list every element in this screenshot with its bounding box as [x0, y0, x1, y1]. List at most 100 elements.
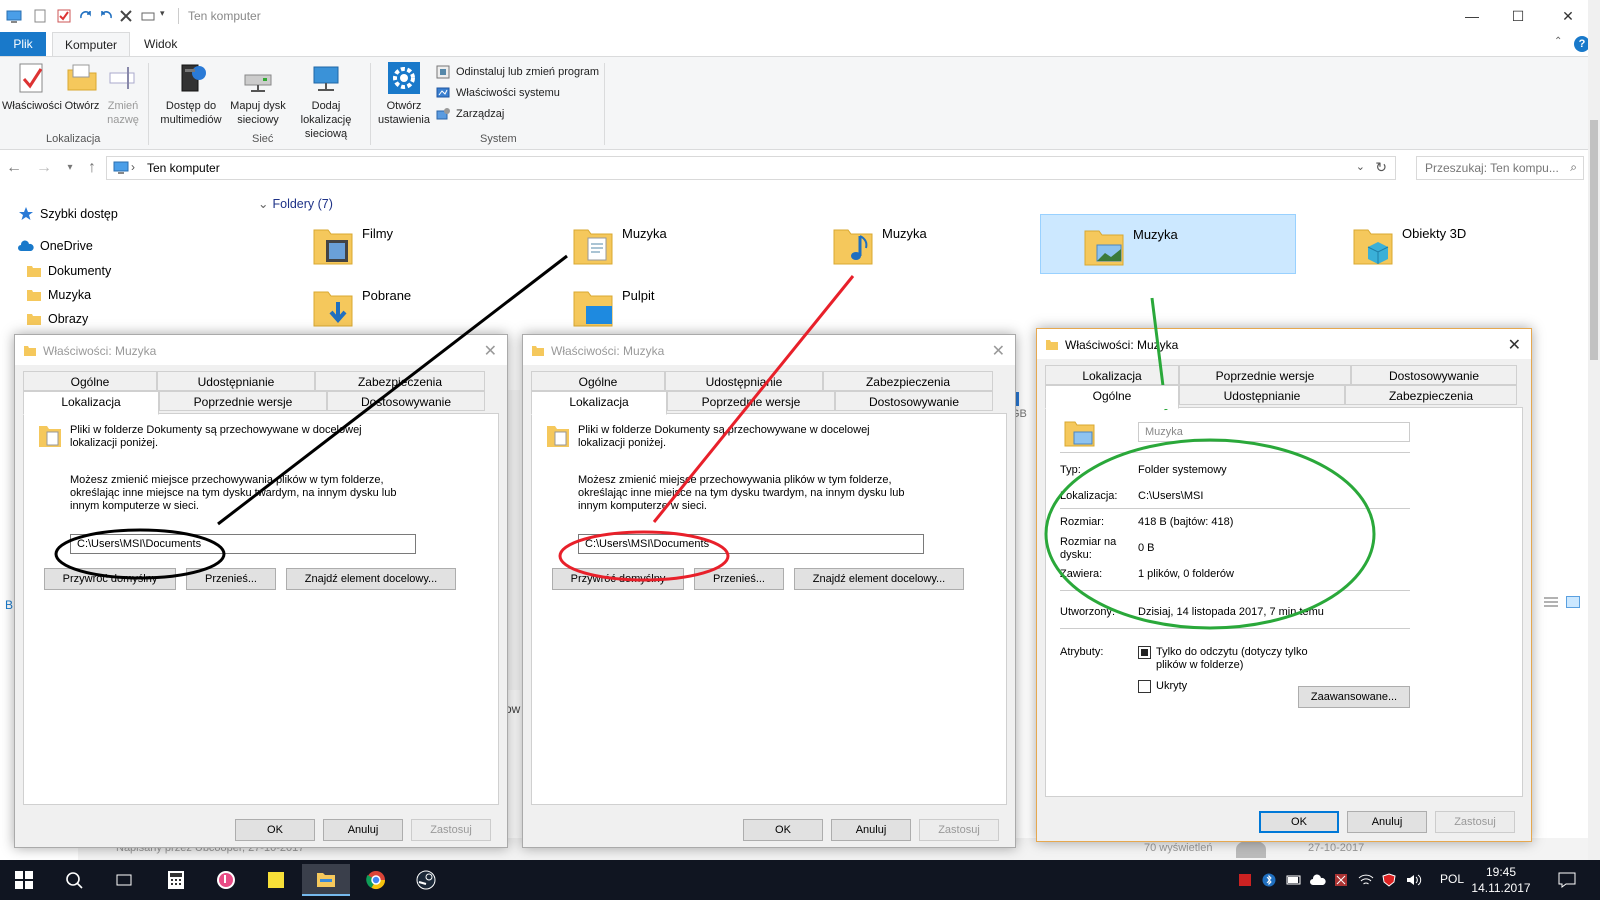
tab-sharing[interactable]: Udostępnianie: [1179, 385, 1345, 405]
address-field[interactable]: › Ten komputer ⌄ ↻: [106, 156, 1396, 180]
forward-arrow-icon[interactable]: →: [34, 158, 54, 178]
tab-security[interactable]: Zabezpieczenia: [315, 371, 485, 391]
properties-qa-icon[interactable]: [32, 8, 48, 24]
sticky-notes-app[interactable]: [252, 864, 300, 896]
clock[interactable]: 19:45 14.11.2017: [1466, 864, 1536, 896]
restore-default-button[interactable]: Przywróć domyślny: [44, 568, 176, 590]
open-settings-button[interactable]: Otwórz ustawienia: [376, 61, 432, 127]
nav-item-music[interactable]: Muzyka: [26, 285, 91, 305]
wifi-icon[interactable]: [1358, 873, 1374, 887]
bluetooth-icon[interactable]: [1262, 873, 1278, 887]
back-arrow-icon[interactable]: ←: [4, 158, 24, 178]
folder-3d-objects[interactable]: Obiekty 3D: [1340, 214, 1600, 274]
start-button[interactable]: [0, 864, 48, 896]
chrome-app[interactable]: [352, 864, 400, 896]
tab-general[interactable]: Ogólne: [23, 371, 157, 391]
tab-previous-versions[interactable]: Poprzednie wersje: [667, 391, 835, 411]
nav-item-onedrive[interactable]: OneDrive: [18, 236, 93, 256]
move-button[interactable]: Przenieś...: [186, 568, 276, 590]
customize-qa-chevron-icon[interactable]: ▾: [160, 8, 176, 24]
tab-sharing[interactable]: Udostępnianie: [157, 371, 315, 391]
large-icons-view-icon[interactable]: [1566, 596, 1580, 608]
file-explorer-app[interactable]: [302, 864, 350, 896]
close-icon[interactable]: ✕: [484, 341, 497, 361]
tab-customize[interactable]: Dostosowywanie: [835, 391, 993, 411]
folder-desktop[interactable]: Pulpit: [560, 276, 822, 336]
nav-item-documents[interactable]: Dokumenty: [26, 261, 111, 281]
apply-button[interactable]: Zastosuj: [919, 819, 999, 841]
tab-security[interactable]: Zabezpieczenia: [1345, 385, 1517, 405]
map-drive-button[interactable]: Mapuj dysk sieciowy: [228, 61, 288, 127]
move-button[interactable]: Przenieś...: [694, 568, 784, 590]
tab-security[interactable]: Zabezpieczenia: [823, 371, 993, 391]
battery-icon[interactable]: [1286, 873, 1302, 887]
nav-item-quick-access[interactable]: Szybki dostęp: [18, 204, 118, 224]
tab-customize[interactable]: Dostosowywanie: [327, 391, 485, 411]
location-path-input[interactable]: C:\Users\MSI\Documents: [70, 534, 416, 554]
rename-button[interactable]: Zmień nazwę: [104, 61, 142, 127]
search-taskbar-button[interactable]: [50, 864, 98, 896]
task-view-button[interactable]: [100, 864, 148, 896]
address-dropdown-chevron-icon[interactable]: ⌄: [1356, 160, 1365, 173]
antivirus-shield-icon[interactable]: [1382, 873, 1398, 887]
restore-default-button[interactable]: Przywróć domyślny: [552, 568, 684, 590]
folder-videos[interactable]: Filmy: [300, 214, 562, 274]
language-indicator[interactable]: POL: [1440, 872, 1464, 886]
calculator-app[interactable]: [152, 864, 200, 896]
system-properties-button[interactable]: Właściwości systemu: [436, 84, 560, 102]
tab-location[interactable]: Lokalizacja: [531, 391, 667, 415]
properties-button[interactable]: Właściwości: [2, 61, 62, 113]
manage-button[interactable]: Zarządzaj: [436, 105, 504, 123]
tab-general[interactable]: Ogólne: [531, 371, 665, 391]
tab-previous-versions[interactable]: Poprzednie wersje: [1179, 365, 1351, 385]
open-button[interactable]: Otwórz: [62, 61, 102, 113]
location-path-input[interactable]: C:\Users\MSI\Documents: [578, 534, 924, 554]
tab-view[interactable]: Widok: [132, 32, 189, 56]
search-input[interactable]: Przeszukaj: Ten kompu... ⌕: [1416, 156, 1584, 180]
add-network-location-button[interactable]: Dodaj lokalizację sieciową: [288, 61, 364, 141]
close-icon[interactable]: ✕: [992, 341, 1005, 361]
media-access-button[interactable]: Dostęp do multimediów: [154, 61, 228, 127]
ok-button[interactable]: OK: [235, 819, 315, 841]
rename-qa-icon[interactable]: [140, 8, 156, 24]
recent-locations-chevron-icon[interactable]: ▾: [60, 158, 80, 178]
hidden-checkbox[interactable]: [1138, 680, 1151, 693]
folders-group-header[interactable]: ⌄ Foldery (7): [258, 196, 333, 211]
folder-music-3[interactable]: Muzyka: [1040, 214, 1296, 274]
volume-icon[interactable]: [1406, 873, 1422, 887]
cancel-button[interactable]: Anuluj: [323, 819, 403, 841]
folder-music-1[interactable]: Muzyka: [560, 214, 822, 274]
close-icon[interactable]: ✕: [1508, 335, 1521, 355]
nav-item-pictures[interactable]: Obrazy: [26, 309, 88, 329]
notifications-icon[interactable]: [1558, 872, 1576, 888]
tab-general[interactable]: Ogólne: [1045, 385, 1179, 409]
tab-file[interactable]: Plik: [0, 32, 46, 56]
tab-location[interactable]: Lokalizacja: [1045, 365, 1179, 385]
ok-button[interactable]: OK: [743, 819, 823, 841]
details-view-icon[interactable]: [1544, 596, 1558, 608]
scrollbar-thumb[interactable]: [1590, 120, 1598, 360]
itunes-app[interactable]: [202, 864, 250, 896]
redo-icon[interactable]: [78, 8, 94, 24]
vertical-scrollbar[interactable]: [1588, 0, 1600, 860]
cancel-button[interactable]: Anuluj: [831, 819, 911, 841]
advanced-button[interactable]: Zaawansowane...: [1298, 686, 1410, 708]
uninstall-program-button[interactable]: Odinstaluj lub zmień program: [436, 63, 599, 81]
maximize-button[interactable]: ☐: [1496, 4, 1540, 28]
apply-button[interactable]: Zastosuj: [411, 819, 491, 841]
folder-downloads[interactable]: Pobrane: [300, 276, 562, 336]
tab-previous-versions[interactable]: Poprzednie wersje: [159, 391, 327, 411]
readonly-checkbox[interactable]: [1138, 646, 1151, 659]
checkmark-qa-icon[interactable]: [56, 8, 72, 24]
steam-app[interactable]: [402, 864, 450, 896]
up-arrow-icon[interactable]: ↑: [82, 158, 102, 178]
folder-name-input[interactable]: Muzyka: [1138, 422, 1410, 442]
tab-customize[interactable]: Dostosowywanie: [1351, 365, 1517, 385]
tab-location[interactable]: Lokalizacja: [23, 391, 159, 415]
onedrive-tray-icon[interactable]: [1310, 873, 1326, 887]
delete-icon[interactable]: [118, 8, 134, 24]
cancel-button[interactable]: Anuluj: [1347, 811, 1427, 833]
tab-sharing[interactable]: Udostępnianie: [665, 371, 823, 391]
find-target-button[interactable]: Znajdź element docelowy...: [794, 568, 964, 590]
undo-icon[interactable]: [98, 8, 114, 24]
